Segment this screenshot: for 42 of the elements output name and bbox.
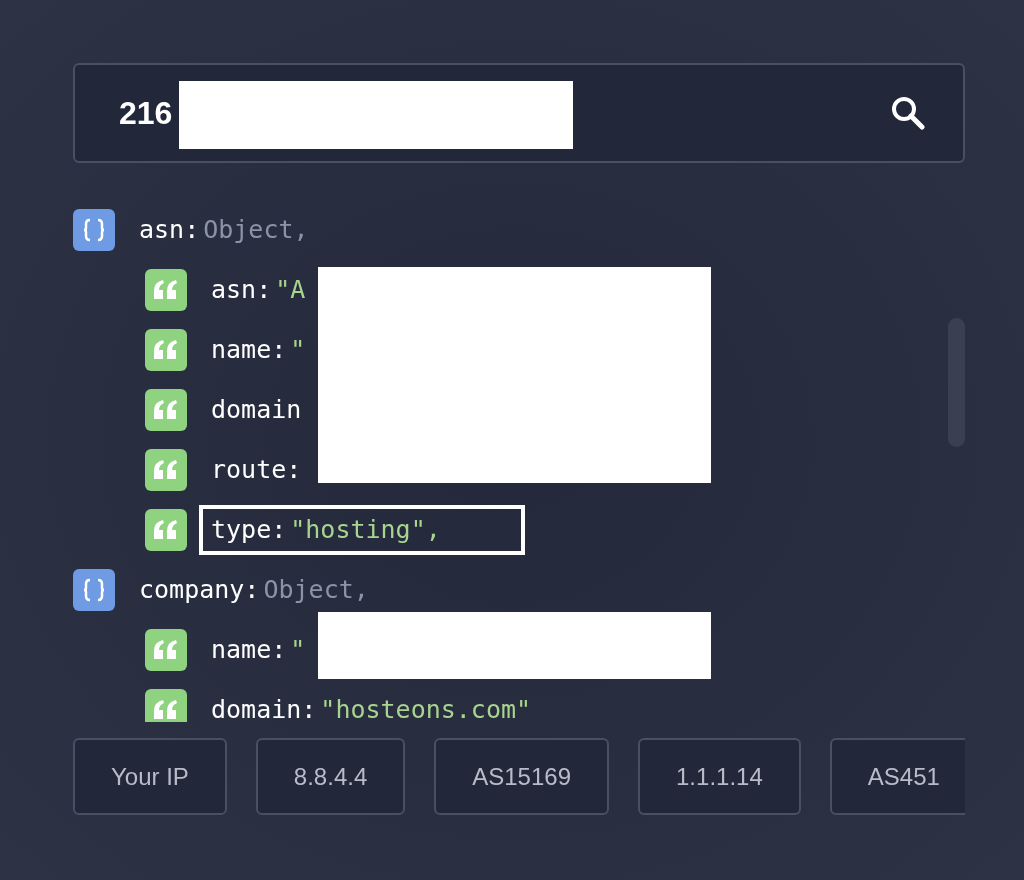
entry-value: "hosteons.com" bbox=[320, 694, 532, 722]
entry-value: Object, bbox=[263, 574, 369, 607]
braces-icon bbox=[73, 569, 115, 611]
quote-icon bbox=[145, 449, 187, 491]
entry-row[interactable]: type: "hosting", bbox=[199, 505, 525, 555]
entry-value: "A bbox=[275, 274, 306, 307]
entry-key: name: bbox=[211, 331, 287, 369]
entry-key: asn: bbox=[211, 271, 272, 309]
entry-row[interactable]: asn: "A bbox=[199, 265, 310, 315]
search-icon bbox=[891, 96, 925, 130]
search-field[interactable]: 216 bbox=[73, 63, 965, 163]
quote-icon bbox=[145, 389, 187, 431]
quote-icon bbox=[145, 269, 187, 311]
entry-value: " bbox=[290, 634, 306, 667]
entry-row[interactable]: route: bbox=[199, 445, 306, 495]
braces-icon bbox=[73, 209, 115, 251]
entry-key: name: bbox=[211, 631, 287, 669]
entry-key: type: bbox=[211, 511, 287, 549]
entry-row[interactable]: domain bbox=[199, 385, 306, 435]
quote-icon bbox=[145, 509, 187, 551]
quote-icon bbox=[145, 329, 187, 371]
entry-key: asn: bbox=[139, 211, 200, 249]
quick-search-button[interactable]: Your IP bbox=[73, 738, 227, 815]
entry-value: Object, bbox=[203, 214, 309, 247]
quote-icon bbox=[145, 629, 187, 671]
quick-search-button[interactable]: 8.8.4.4 bbox=[255, 738, 406, 815]
search-value: 216 bbox=[119, 94, 173, 133]
entry-key: company: bbox=[139, 571, 260, 609]
entry-key: route: bbox=[211, 451, 302, 489]
quick-search-button[interactable]: AS15169 bbox=[434, 738, 609, 815]
entry-row[interactable]: company: Object, bbox=[127, 565, 373, 615]
entry-row[interactable]: name: " bbox=[199, 625, 310, 675]
quick-search-button[interactable]: 1.1.1.14 bbox=[638, 738, 801, 815]
entry-value: " bbox=[290, 334, 306, 367]
entry-value: "hosting", bbox=[290, 514, 441, 547]
entry-key: domain bbox=[211, 391, 302, 429]
quick-search-button[interactable]: AS451 bbox=[829, 738, 965, 815]
quote-icon bbox=[145, 689, 187, 722]
entry-key: domain: bbox=[211, 691, 317, 722]
entry-row[interactable]: asn: Object, bbox=[127, 205, 313, 255]
entry-row[interactable]: name: " bbox=[199, 325, 310, 375]
entry-row[interactable]: domain: "hosteons.com" bbox=[199, 685, 536, 722]
